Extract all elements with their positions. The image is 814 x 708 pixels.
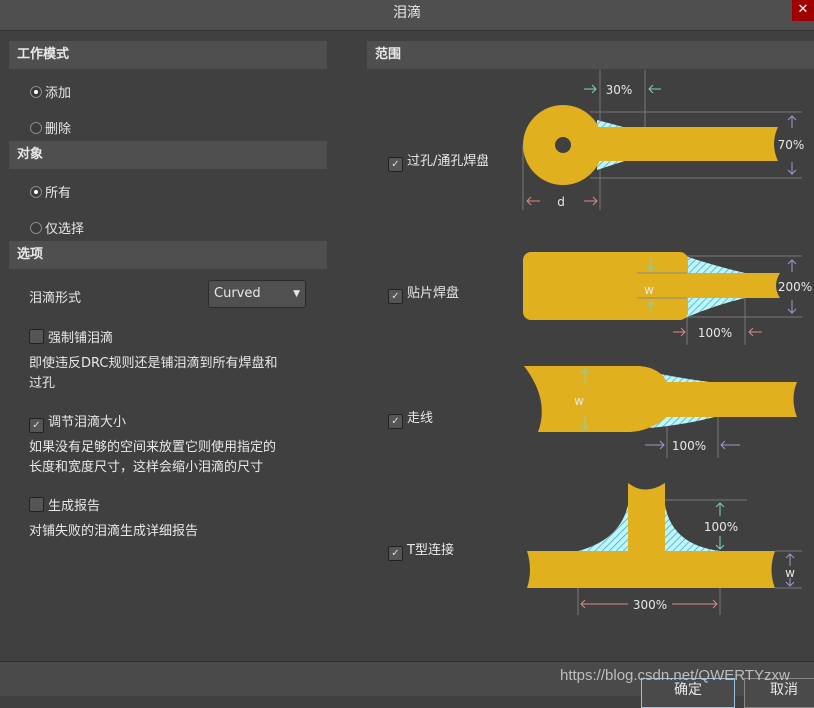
watermark: https://blog.csdn.net/QWERTYzxw (560, 667, 790, 684)
smd-width-label: 200% (778, 280, 812, 294)
smd-length-label: 100% (698, 326, 732, 340)
tjunction-height-label: 100% (704, 520, 738, 534)
via-diameter-label: d (557, 195, 565, 209)
smd-w-label: w (644, 283, 654, 297)
track-length-label: 100% (672, 439, 706, 453)
via-length-label: 30% (606, 83, 633, 97)
track-w-label: w (574, 394, 584, 408)
track-diagram (524, 366, 797, 432)
tjunction-length-label: 300% (633, 598, 667, 612)
via-width-label: 70% (778, 138, 805, 152)
teardrop-diagrams: 30% 70% d w 200% 100% w 100% 100% w 300% (522, 70, 812, 615)
t-junction-diagram (527, 483, 775, 588)
via-diagram (523, 105, 778, 185)
tjunction-w-label: w (785, 566, 795, 580)
